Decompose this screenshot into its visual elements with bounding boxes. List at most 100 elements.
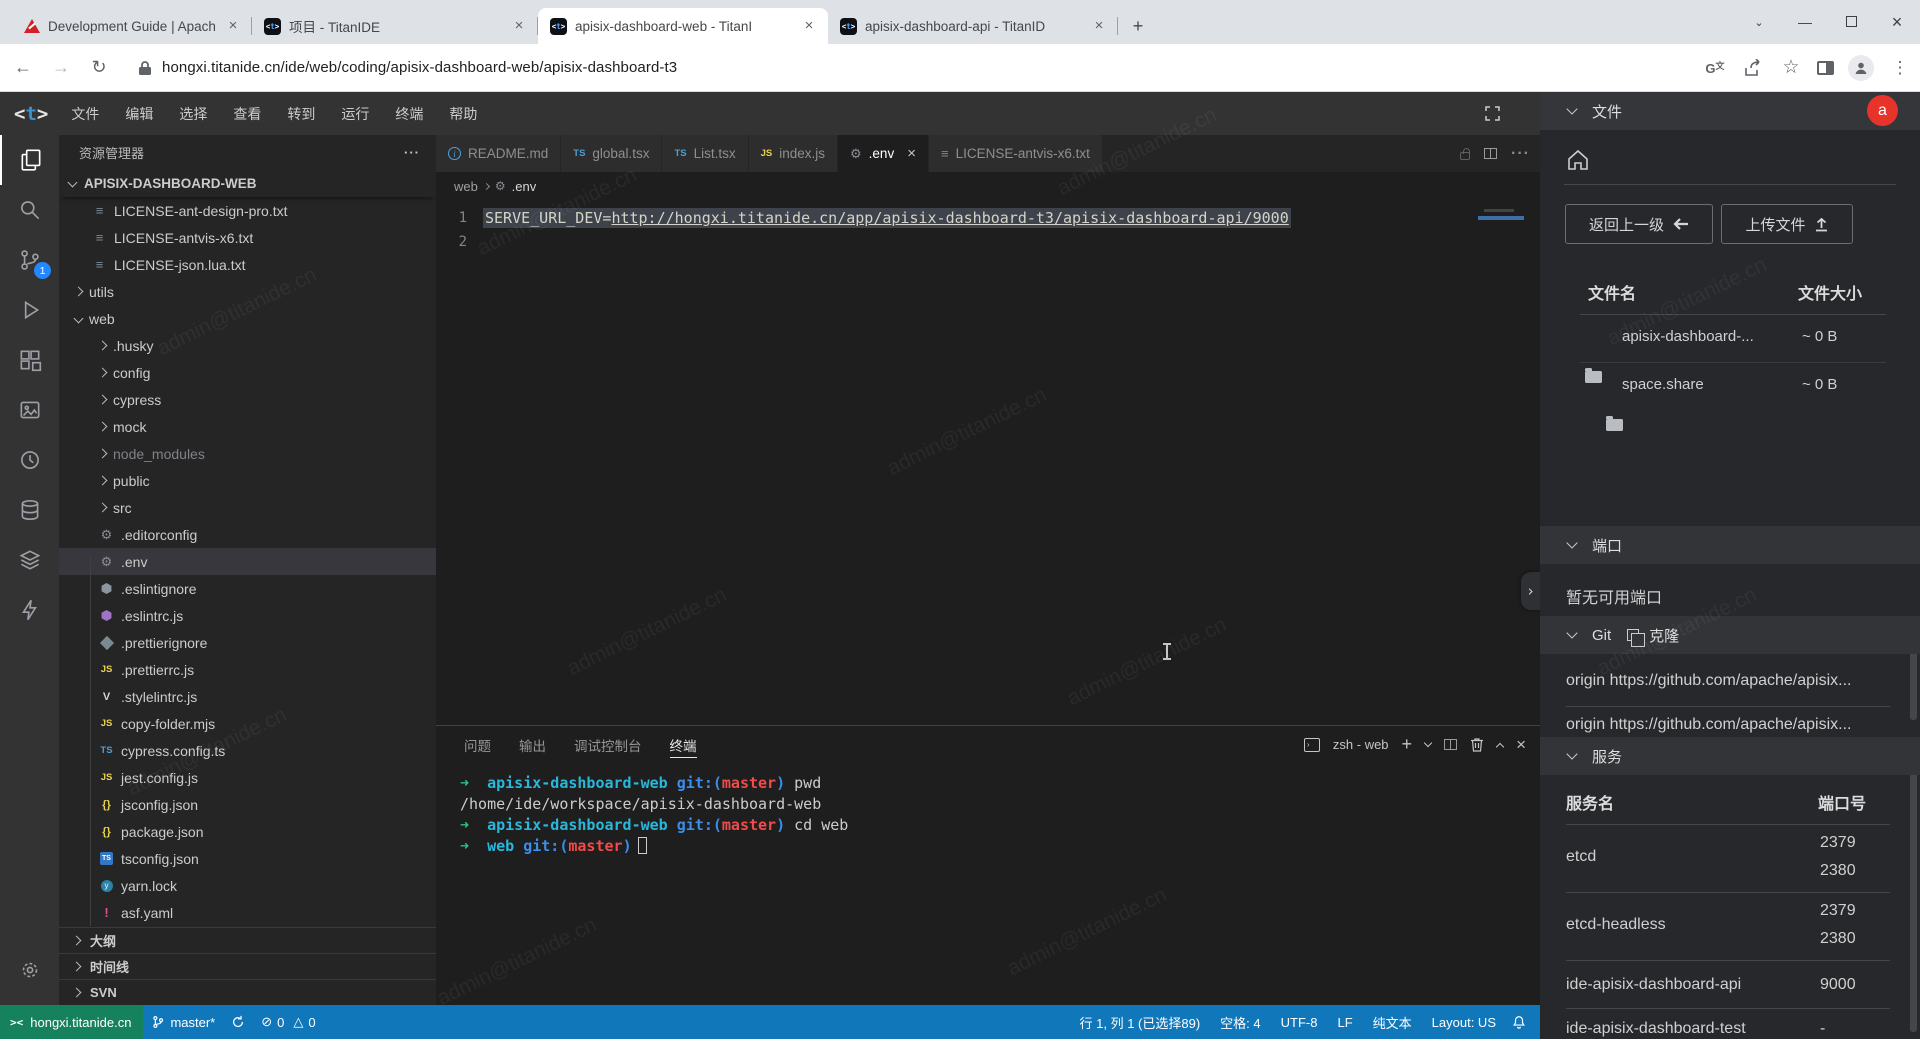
tab-close-icon[interactable]: × xyxy=(800,17,818,35)
notifications-bell-icon[interactable] xyxy=(1512,1015,1526,1029)
upload-file-button[interactable]: 上传文件 xyxy=(1721,204,1853,244)
env-url-link[interactable]: http://hongxi.titanide.cn/app/apisix-das… xyxy=(611,209,1288,227)
menu-edit[interactable]: 编辑 xyxy=(112,92,166,135)
browser-profile-avatar[interactable] xyxy=(1848,55,1874,81)
git-section-header[interactable]: Git 克隆 xyxy=(1540,616,1920,654)
encoding-status[interactable]: UTF-8 xyxy=(1271,1015,1328,1030)
git-branch-status[interactable]: master* xyxy=(143,1015,223,1030)
maximize-panel-chevron-icon[interactable] xyxy=(1496,742,1504,750)
database-activity-icon[interactable] xyxy=(0,485,59,535)
git-remote-row[interactable]: origin https://github.com/apache/apisix.… xyxy=(1566,716,1852,734)
tree-item[interactable]: .eslintrc.js xyxy=(59,602,436,629)
tree-item-selected[interactable]: ⚙.env xyxy=(59,548,436,575)
debug-console-tab[interactable]: 调试控制台 xyxy=(560,726,656,763)
tree-folder[interactable]: config xyxy=(59,359,436,386)
tree-folder[interactable]: mock xyxy=(59,413,436,440)
problems-tab[interactable]: 问题 xyxy=(450,726,505,763)
browser-tab-active[interactable]: <t> apisix-dashboard-web - TitanI × xyxy=(538,8,828,44)
services-section-header[interactable]: 服务 xyxy=(1540,737,1920,775)
tab-close-icon[interactable]: × xyxy=(907,145,916,162)
output-tab[interactable]: 输出 xyxy=(505,726,560,763)
terminal-dropdown-chevron-icon[interactable] xyxy=(1424,738,1432,746)
bookmark-star-icon[interactable]: ☆ xyxy=(1779,56,1803,79)
indentation-status[interactable]: 空格: 4 xyxy=(1210,1013,1270,1032)
tree-folder[interactable]: src xyxy=(59,494,436,521)
tree-item[interactable]: ≡LICENSE-ant-design-pro.txt xyxy=(59,197,436,224)
language-mode-status[interactable]: 纯文本 xyxy=(1363,1013,1422,1032)
keyboard-lock-icon[interactable] xyxy=(1460,152,1470,160)
run-debug-activity-icon[interactable] xyxy=(0,285,59,335)
terminal-shell-label[interactable]: zsh - web xyxy=(1333,737,1389,752)
tab-close-icon[interactable]: × xyxy=(1090,17,1108,35)
browser-tab[interactable]: Development Guide | Apache × xyxy=(12,8,252,44)
tree-item[interactable]: TStsconfig.json xyxy=(59,845,436,872)
editor-more-actions-icon[interactable]: ··· xyxy=(1511,145,1530,163)
ports-section-header[interactable]: 端口 xyxy=(1540,526,1920,564)
fullscreen-icon[interactable] xyxy=(1485,106,1500,121)
back-button[interactable]: ← xyxy=(8,53,38,83)
clock-activity-icon[interactable] xyxy=(0,435,59,485)
tree-folder[interactable]: cypress xyxy=(59,386,436,413)
preview-card-activity-icon[interactable] xyxy=(0,385,59,435)
explorer-root-folder[interactable]: APISIX-DASHBOARD-WEB xyxy=(59,169,436,197)
tree-item[interactable]: JScopy-folder.mjs xyxy=(59,710,436,737)
menu-run[interactable]: 运行 xyxy=(328,92,382,135)
cursor-position-status[interactable]: 行 1, 列 1 (已选择89) xyxy=(1070,1013,1211,1032)
tree-item[interactable]: ⚙.editorconfig xyxy=(59,521,436,548)
tree-item[interactable]: V.stylelintrc.js xyxy=(59,683,436,710)
browser-menu-kebab-icon[interactable]: ⋮ xyxy=(1888,58,1912,78)
address-bar[interactable]: hongxi.titanide.cn/ide/web/coding/apisix… xyxy=(162,59,677,76)
breadcrumb-folder[interactable]: web xyxy=(454,179,478,194)
tree-folder[interactable]: .husky xyxy=(59,332,436,359)
window-maximize-button[interactable] xyxy=(1828,14,1874,30)
menu-selection[interactable]: 选择 xyxy=(166,92,220,135)
translate-icon[interactable]: G文 xyxy=(1703,59,1727,76)
tree-item[interactable]: TScypress.config.ts xyxy=(59,737,436,764)
files-section-header[interactable]: 文件 xyxy=(1540,92,1920,130)
git-remote-row[interactable]: origin https://github.com/apache/apisix.… xyxy=(1566,672,1852,690)
share-icon[interactable] xyxy=(1741,59,1765,77)
svn-section[interactable]: SVN xyxy=(59,979,436,1005)
tree-item[interactable]: JS.prettierrc.js xyxy=(59,656,436,683)
editor-tab[interactable]: ≡LICENSE-antvis-x6.txt xyxy=(929,135,1103,172)
layers-activity-icon[interactable] xyxy=(0,535,59,585)
file-row-name[interactable]: space.share xyxy=(1622,376,1704,393)
refresh-button[interactable]: ↻ xyxy=(84,53,114,83)
editor-tab[interactable]: TSglobal.tsx xyxy=(561,135,662,172)
split-editor-icon[interactable] xyxy=(1484,148,1497,159)
extensions-activity-icon[interactable] xyxy=(0,335,59,385)
window-close-button[interactable]: × xyxy=(1874,12,1920,33)
tree-item[interactable]: ≡LICENSE-antvis-x6.txt xyxy=(59,224,436,251)
tree-item[interactable]: {}package.json xyxy=(59,818,436,845)
terminal-tab[interactable]: 终端 xyxy=(656,726,711,763)
tree-item[interactable]: yyarn.lock xyxy=(59,872,436,899)
keyboard-layout-status[interactable]: Layout: US xyxy=(1422,1015,1506,1030)
tree-folder[interactable]: public xyxy=(59,467,436,494)
split-terminal-icon[interactable] xyxy=(1444,739,1457,750)
settings-gear-icon[interactable] xyxy=(0,945,59,995)
menu-terminal[interactable]: 终端 xyxy=(382,92,436,135)
kill-terminal-trash-icon[interactable] xyxy=(1470,737,1484,752)
tree-folder[interactable]: node_modules xyxy=(59,440,436,467)
editor-tab[interactable]: iREADME.md xyxy=(436,135,561,172)
tree-item[interactable]: JSjest.config.js xyxy=(59,764,436,791)
close-panel-icon[interactable]: × xyxy=(1516,735,1526,755)
explorer-activity-icon[interactable] xyxy=(0,135,59,185)
tab-close-icon[interactable]: × xyxy=(510,17,528,35)
editor-tab[interactable]: TSList.tsx xyxy=(662,135,748,172)
timeline-section[interactable]: 时间线 xyxy=(59,953,436,979)
right-panel-toggle-chevron[interactable]: › xyxy=(1521,572,1540,610)
source-control-activity-icon[interactable]: 1 xyxy=(0,235,59,285)
tree-folder-expanded[interactable]: web xyxy=(59,305,436,332)
menu-view[interactable]: 查看 xyxy=(220,92,274,135)
sync-status[interactable] xyxy=(223,1015,253,1029)
scrollbar-thumb[interactable] xyxy=(1910,767,1917,1032)
code-editor[interactable]: 1 SERVE_URL_DEV=http://hongxi.titanide.c… xyxy=(436,200,1540,725)
menu-file[interactable]: 文件 xyxy=(58,92,112,135)
menu-goto[interactable]: 转到 xyxy=(274,92,328,135)
editor-tab[interactable]: JSindex.js xyxy=(749,135,838,172)
editor-tab-active[interactable]: ⚙.env× xyxy=(838,135,929,172)
search-activity-icon[interactable] xyxy=(0,185,59,235)
tree-item[interactable]: !asf.yaml xyxy=(59,899,436,926)
home-icon[interactable] xyxy=(1566,148,1590,172)
